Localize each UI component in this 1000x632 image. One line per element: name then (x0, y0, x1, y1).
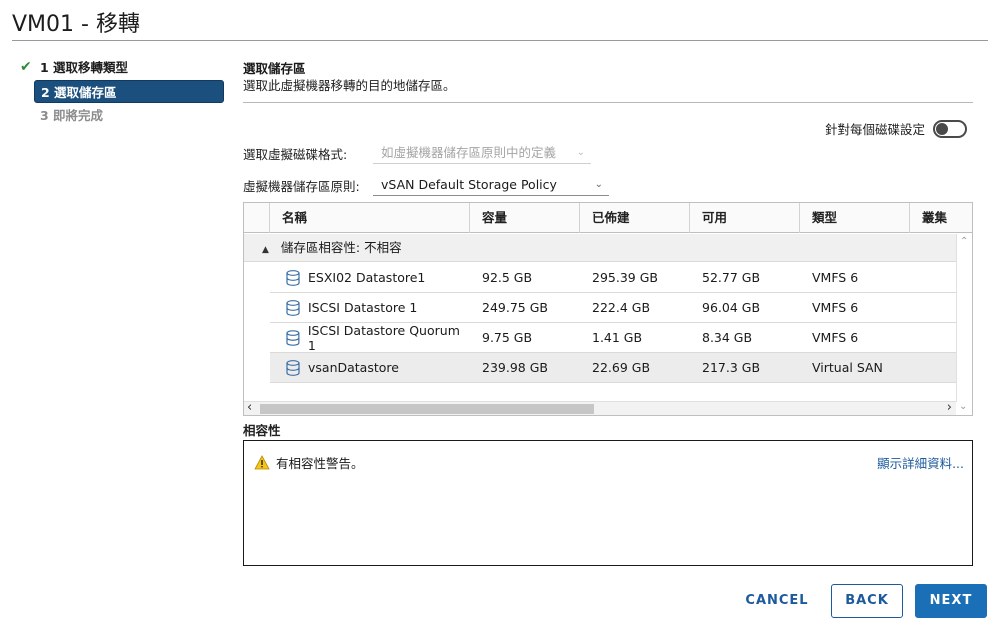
disk-format-select: 如虛擬機器儲存區原則中的定義 ⌄ (373, 142, 591, 164)
datastore-provisioned: 1.41 GB (592, 330, 643, 345)
datastore-type: VMFS 6 (812, 270, 859, 285)
per-disk-toggle-label: 針對每個磁碟設定 (824, 122, 925, 137)
scroll-left-icon[interactable]: ‹ (247, 400, 252, 415)
storage-policy-label: 虛擬機器儲存區原則: (243, 178, 360, 194)
warning-icon (254, 455, 270, 470)
checkmark-icon: ✔ (20, 59, 32, 75)
column-provisioned[interactable]: 已佈建 (580, 203, 690, 233)
datastore-free: 96.04 GB (702, 300, 761, 315)
datastore-capacity: 9.75 GB (482, 330, 533, 345)
datastore-name: vsanDatastore (308, 360, 399, 375)
storage-policy-select[interactable]: vSAN Default Storage Policy ⌄ (373, 174, 609, 196)
compatibility-label: 相容性 (243, 423, 281, 438)
compatibility-panel: 有相容性警告。 顯示詳細資料... (243, 440, 973, 566)
datastore-icon (286, 269, 300, 286)
datastore-name: ISCSI Datastore Quorum 1 (307, 322, 460, 353)
compatibility-message: 有相容性警告。 (276, 456, 364, 471)
datastore-type: Virtual SAN (812, 360, 883, 375)
datastore-type: VMFS 6 (812, 330, 859, 345)
datastore-free: 8.34 GB (702, 330, 753, 345)
datastore-provisioned: 22.69 GB (592, 360, 651, 375)
table-row[interactable]: ISCSI Datastore Quorum 1 9.75 GB 1.41 GB… (270, 323, 956, 353)
datastore-type: VMFS 6 (812, 300, 859, 315)
disk-format-row: 選取虛擬磁碟格式: 如虛擬機器儲存區原則中的定義 ⌄ (243, 142, 591, 164)
title-divider (12, 40, 988, 41)
datastore-free: 217.3 GB (702, 360, 761, 375)
cancel-button[interactable]: CANCEL (740, 584, 814, 618)
show-details-link[interactable]: 顯示詳細資料... (877, 453, 964, 472)
section-title: 選取儲存區 (243, 61, 306, 76)
grid-header: 名稱 容量 已佈建 可用 類型 叢集 (244, 203, 972, 233)
collapse-triangle-icon[interactable]: ▲ (262, 245, 269, 255)
toggle-knob (936, 122, 948, 135)
scroll-down-icon[interactable]: ⌄ (959, 401, 967, 412)
column-capacity[interactable]: 容量 (470, 203, 580, 233)
datastore-name: ISCSI Datastore 1 (308, 300, 418, 315)
chevron-down-icon: ⌄ (576, 147, 585, 158)
wizard-steps: ✔ 1 選取移轉類型 2 選取儲存區 3 即將完成 (18, 56, 224, 128)
column-name[interactable]: 名稱 (270, 203, 470, 233)
table-row[interactable]: ISCSI Datastore 1 249.75 GB 222.4 GB 96.… (270, 293, 956, 323)
per-disk-toggle[interactable] (933, 119, 967, 138)
scroll-right-icon[interactable]: › (947, 400, 952, 415)
column-free[interactable]: 可用 (690, 203, 800, 233)
main-panel: 選取儲存區 選取此虛擬機器移轉的目的地儲存區。 針對每個磁碟設定 選取虛擬磁碟格… (243, 56, 973, 566)
disk-format-value: 如虛擬機器儲存區原則中的定義 (381, 145, 557, 160)
datastore-icon (286, 299, 300, 316)
section-divider (243, 102, 973, 103)
column-type[interactable]: 類型 (800, 203, 910, 233)
scroll-up-icon[interactable]: ⌃ (960, 236, 968, 247)
table-row[interactable]: ESXI02 Datastore1 92.5 GB 295.39 GB 52.7… (270, 263, 956, 293)
datastore-grid: 名稱 容量 已佈建 可用 類型 叢集 ▲ 儲存區相容性: 不相容 ESXI02 … (243, 202, 973, 416)
datastore-icon (286, 359, 300, 376)
horizontal-scroll-thumb[interactable] (260, 404, 594, 414)
step-label: 1 選取移轉類型 (40, 60, 129, 75)
datastore-provisioned: 222.4 GB (592, 300, 651, 315)
compatibility-message-row: 有相容性警告。 (254, 453, 364, 472)
storage-policy-value: vSAN Default Storage Policy (381, 177, 557, 192)
step-select-migration-type[interactable]: ✔ 1 選取移轉類型 (18, 56, 224, 79)
per-disk-toggle-row: 針對每個磁碟設定 (825, 119, 967, 138)
compatibility-group-row[interactable]: ▲ 儲存區相容性: 不相容 (244, 234, 956, 262)
datastore-capacity: 92.5 GB (482, 270, 533, 285)
datastore-free: 52.77 GB (702, 270, 761, 285)
datastore-icon (286, 329, 300, 346)
step-label: 2 選取儲存區 (41, 85, 117, 100)
column-cluster[interactable]: 叢集 (910, 203, 972, 233)
group-label: 儲存區相容性: 不相容 (280, 240, 402, 255)
next-button[interactable]: NEXT (915, 584, 987, 618)
storage-policy-row: 虛擬機器儲存區原則: vSAN Default Storage Policy ⌄ (243, 174, 609, 196)
step-label: 3 即將完成 (40, 108, 104, 123)
datastore-provisioned: 295.39 GB (592, 270, 658, 285)
datastore-capacity: 239.98 GB (482, 360, 548, 375)
disk-format-label: 選取虛擬磁碟格式: (243, 146, 348, 162)
chevron-down-icon: ⌄ (594, 179, 603, 190)
vertical-scrollbar[interactable]: ⌃ (956, 234, 972, 402)
grid-select-column (244, 203, 270, 233)
table-row[interactable]: vsanDatastore 239.98 GB 22.69 GB 217.3 G… (270, 353, 956, 383)
back-button[interactable]: BACK (831, 584, 903, 618)
horizontal-scrollbar[interactable]: ‹ › (244, 400, 956, 415)
dialog-title: VM01 - 移轉 (12, 12, 140, 37)
section-subtitle: 選取此虛擬機器移轉的目的地儲存區。 (243, 78, 456, 93)
datastore-capacity: 249.75 GB (482, 300, 548, 315)
step-ready-to-complete: 3 即將完成 (18, 104, 224, 127)
datastore-name: ESXI02 Datastore1 (308, 270, 426, 285)
step-select-storage[interactable]: 2 選取儲存區 (34, 80, 224, 103)
